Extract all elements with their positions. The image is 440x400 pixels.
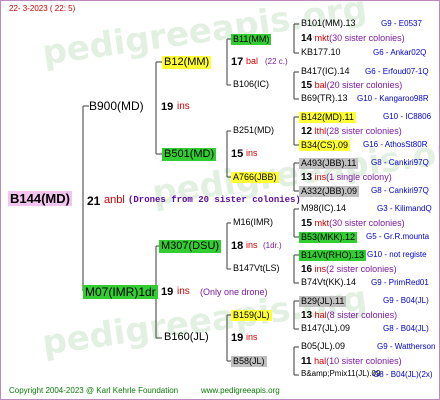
queen-label[interactable]: B147(JL).09 [301, 324, 350, 333]
date-stamp: 22- 3-2023 ( 22: 5) [9, 4, 76, 13]
queen-label[interactable]: B900(MD) [89, 100, 144, 112]
queen-note: (Only one drone) [200, 287, 268, 297]
queen-label[interactable]: M307(DSU) [159, 240, 222, 253]
queen-year: 19 [161, 101, 174, 113]
queen-label[interactable]: B14Vt(RHO).13 [299, 250, 367, 261]
queen-label[interactable]: B106(IC) [233, 80, 269, 89]
site-link[interactable]: www.pedigreeapis.org [201, 387, 280, 395]
queen-label[interactable]: B251(MD) [233, 126, 274, 135]
queen-label[interactable]: KB177.10 [301, 48, 341, 57]
queen-code: ins [177, 101, 190, 112]
queen-code: ins [246, 332, 258, 342]
queen-code: ins [246, 148, 258, 158]
drone-row: 12 lthl(28 sister colonies) [301, 126, 402, 137]
queen-label[interactable]: A332(JBB).09 [299, 186, 360, 197]
queen-label[interactable]: B74Vt(KK).14 [301, 278, 356, 287]
queen-label[interactable]: M16(IMR) [233, 218, 273, 227]
drone-row: 16 ins(2 sister colonies) [301, 264, 397, 275]
queen-label[interactable]: B29(JL).11 [299, 296, 347, 307]
root-queen-label[interactable]: B144(MD) [8, 191, 72, 206]
queen-label[interactable]: A493(JBB).11 [299, 158, 359, 169]
queen-label[interactable]: A766(JBB) [231, 172, 279, 183]
queen-info: G10 - not registe [367, 250, 427, 259]
queen-label[interactable]: M98(IC).14 [301, 204, 346, 213]
queen-label[interactable]: B501(MD) [162, 148, 217, 161]
queen-label[interactable]: B147Vt(LS) [233, 264, 280, 273]
queen-info: G9 - PrimRed01 [371, 278, 429, 287]
queen-note: (22 c.) [265, 57, 288, 66]
queen-year: 18 [231, 240, 244, 252]
drone-row: 14 mkt(30 sister colonies) [301, 33, 405, 44]
queen-info: G3 - KilimandQ [377, 204, 432, 213]
queen-info: G8 - Cankiri97Q [371, 158, 429, 167]
queen-code: bal [246, 56, 259, 66]
queen-label[interactable]: M07(IMR)1dr [83, 285, 158, 299]
queen-label[interactable]: B417(IC).14 [301, 67, 350, 76]
queen-info: G9 - Wattherson [377, 342, 436, 351]
queen-label[interactable]: B159(JL) [231, 310, 272, 321]
queen-label[interactable]: B53(MKK).12 [299, 232, 358, 243]
queen-info: G6 - Erfoud07-1Q [365, 67, 429, 76]
queen-info: G10 - IC8806 [383, 112, 432, 121]
queen-year: 19 [161, 286, 174, 298]
queen-label[interactable]: B34(CS).09 [299, 140, 351, 151]
queen-info: G9 - E0537 [381, 19, 422, 28]
queen-label[interactable]: B58(JL) [231, 356, 267, 367]
root-code: anbl [104, 194, 125, 206]
queen-label[interactable]: B11(MM) [231, 34, 272, 45]
queen-info: G16 - AthosSt80R [363, 140, 428, 149]
queen-code: ins [246, 240, 258, 250]
queen-info: G10 - Kangaroo98R [357, 94, 429, 103]
queen-label[interactable]: B160(JL) [164, 332, 209, 343]
drone-row: 13 ins(1 single colony) [301, 172, 392, 183]
drone-row: 15 bal(20 sister colonies) [301, 80, 403, 91]
queen-code: ins [177, 286, 190, 297]
root-year: 21 [87, 194, 101, 208]
pedigree-chart: pedigreeapis.org pedigreeapis.org pedigr… [0, 0, 440, 400]
drone-row: 11 hal(10 sister colonies) [301, 356, 402, 367]
queen-info: G8 - B04(JL)(2x) [373, 370, 433, 379]
queen-label[interactable]: B12(MM) [162, 56, 212, 69]
queen-info: G5 - Gr.R.mounta [366, 232, 430, 241]
queen-year: 19 [231, 332, 244, 344]
queen-info: G8 - B04(JL) [383, 324, 429, 333]
queen-note: (1dr.) [263, 241, 282, 250]
queen-label[interactable]: B05(JL).09 [301, 342, 345, 351]
root-note: (Drones from 20 sister colonies) [128, 195, 301, 205]
queen-info: G9 - B04(JL) [383, 296, 429, 305]
queen-info: G8 - Cankiri97Q [371, 186, 429, 195]
queen-label[interactable]: B69(TR).13 [301, 94, 348, 103]
drone-row: 15 mkt(30 sister colonies) [301, 218, 405, 229]
queen-info: G6 - Ankar02Q [373, 48, 427, 57]
queen-label[interactable]: B142(MD).11 [299, 112, 356, 123]
queen-year: 17 [231, 56, 244, 68]
queen-label[interactable]: B&amp;Pmix11(JL).09 [301, 370, 380, 378]
drone-row: 13 hal(8 sister colonies) [301, 310, 398, 321]
queen-label[interactable]: B101(MM).13 [301, 19, 356, 28]
copyright-text: Copyright 2004-2023 @ Karl Kehrle Founda… [9, 386, 179, 395]
queen-year: 15 [231, 148, 244, 160]
